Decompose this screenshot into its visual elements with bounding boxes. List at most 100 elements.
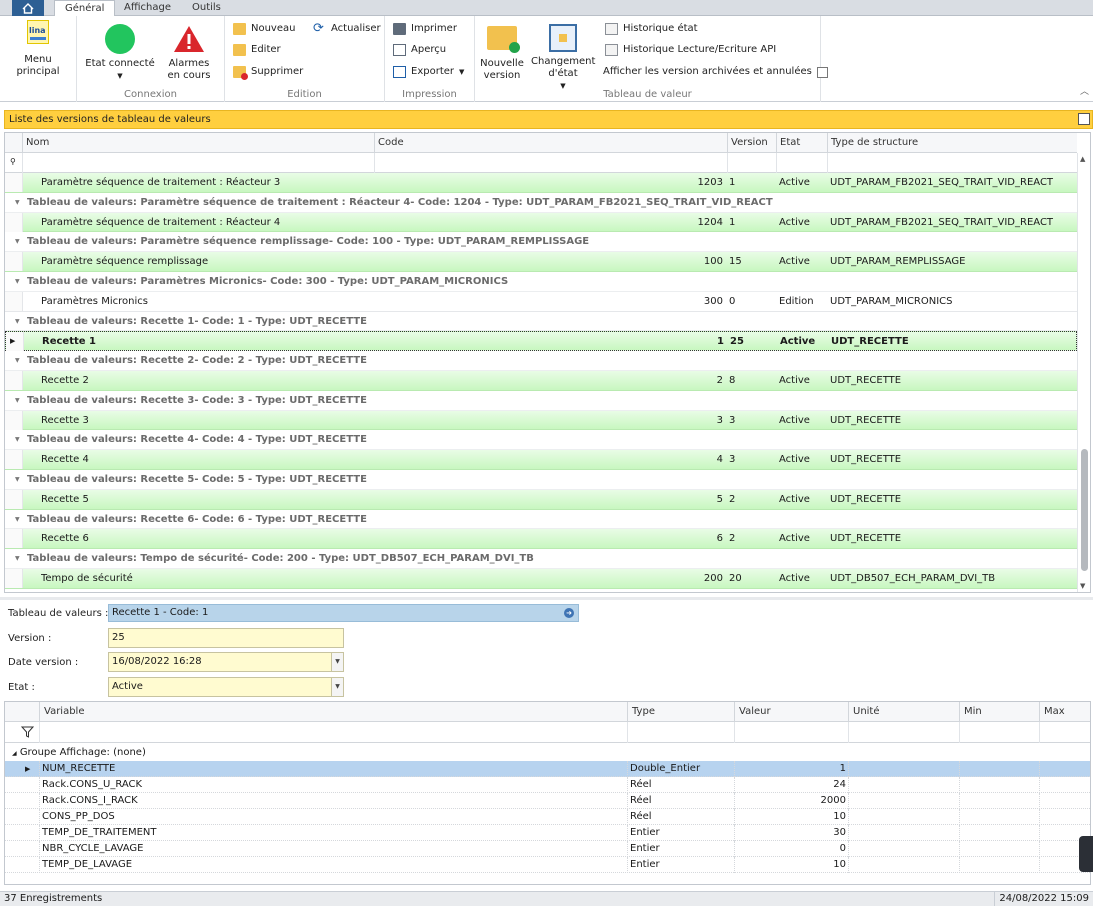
version-row[interactable]: Recette 5 5 2 Active UDT_RECETTE [5, 489, 1077, 510]
collapse-ribbon-icon[interactable]: ︿ [1080, 84, 1089, 97]
tab-outils[interactable]: Outils [182, 0, 231, 16]
collapse-triangle-icon[interactable]: ▼ [15, 318, 20, 325]
collapse-triangle-icon[interactable]: ▼ [15, 436, 20, 443]
collapse-triangle-icon[interactable]: ▼ [15, 199, 20, 206]
variable-row[interactable]: Rack.CONS_U_RACK Réel 24 [5, 777, 1090, 793]
version-row[interactable]: Recette 2 2 8 Active UDT_RECETTE [5, 371, 1077, 391]
historique-etat-button[interactable]: Historique état [605, 21, 698, 37]
menu-principal-button[interactable]: lina Menu principal [4, 20, 72, 78]
variable-row[interactable]: TEMP_DE_TRAITEMENT Entier 30 [5, 825, 1090, 841]
filter-type[interactable] [827, 153, 1077, 173]
column-type[interactable]: Type de structure [827, 133, 1077, 153]
afficher-archivees-toggle[interactable]: Afficher les version archivées et annulé… [603, 64, 828, 80]
cell-variable: NUM_RECETTE [42, 763, 116, 774]
ribbon-group-menu: lina Menu principal [0, 16, 77, 102]
etat-connecte-button[interactable]: Etat connecté ▼ [85, 20, 155, 82]
filter-code[interactable] [374, 153, 727, 173]
editer-button[interactable]: Editer [233, 42, 281, 58]
variable-row[interactable]: CONS_PP_DOS Réel 10 [5, 809, 1090, 825]
scroll-down-icon[interactable]: ▼ [1080, 582, 1085, 590]
home-tab[interactable] [12, 0, 44, 16]
nouvelle-version-button[interactable]: Nouvelle version [479, 20, 525, 82]
column-valeur[interactable]: Valeur [734, 702, 848, 722]
chevron-down-icon[interactable]: ▼ [331, 653, 343, 671]
group-row[interactable]: ▼ Tableau de valeurs: Paramètres Micronic… [5, 272, 1077, 292]
version-row[interactable]: Recette 3 3 3 Active UDT_RECETTE [5, 410, 1077, 431]
splitter[interactable] [0, 597, 1093, 600]
column-nom[interactable]: Nom [22, 133, 374, 153]
column-max[interactable]: Max [1039, 702, 1090, 722]
nouveau-button[interactable]: Nouveau [233, 21, 295, 37]
collapse-triangle-icon[interactable]: ▼ [15, 516, 20, 523]
tab-general[interactable]: Général [54, 0, 116, 17]
version-row[interactable]: ▶ Recette 1 1 25 Active UDT_RECETTE [5, 331, 1077, 352]
variable-row[interactable]: ▶ NUM_RECETTE Double_Entier 1 [5, 761, 1090, 777]
filter-icon[interactable] [21, 726, 34, 738]
collapse-triangle-icon[interactable]: ▼ [15, 278, 20, 285]
group-row[interactable]: ▼ Tableau de valeurs: Recette 5- Code: 5 … [5, 470, 1077, 490]
filter-etat[interactable] [776, 153, 827, 173]
filter-nom[interactable] [22, 153, 374, 173]
variable-row[interactable]: NBR_CYCLE_LAVAGE Entier 0 [5, 841, 1090, 857]
column-version[interactable]: Version [727, 133, 776, 153]
collapse-triangle-icon[interactable]: ◢ [12, 750, 17, 757]
etat-value: Active [112, 681, 143, 692]
collapse-triangle-icon[interactable]: ▼ [15, 476, 20, 483]
scroll-thumb[interactable] [1081, 449, 1088, 571]
collapse-triangle-icon[interactable]: ▼ [15, 397, 20, 404]
historique-api-button[interactable]: Historique Lecture/Ecriture API [605, 42, 776, 58]
version-row[interactable]: Paramètre séquence remplissage 100 15 Activ… [5, 252, 1077, 272]
column-type-var[interactable]: Type [627, 702, 734, 722]
column-unite[interactable]: Unité [848, 702, 959, 722]
column-min[interactable]: Min [959, 702, 1039, 722]
go-arrow-icon[interactable]: ➜ [564, 608, 574, 618]
exporter-button[interactable]: Exporter ▼ [393, 64, 464, 80]
version-row[interactable]: Paramètres Micronics 300 0 Edition UDT_PARAM… [5, 291, 1077, 312]
group-row[interactable]: ▼ Tableau de valeurs: Recette 4- Code: 4 … [5, 430, 1077, 451]
nouvelle-version-label: Nouvelle version [480, 58, 524, 81]
group-row[interactable]: ▼ Tableau de valeurs: Tempo de sécurité- … [5, 549, 1077, 569]
version-row[interactable]: Paramètre séquence de traitement : Réact… [5, 173, 1077, 193]
row-indicator [5, 489, 23, 509]
layout-icon[interactable] [1078, 113, 1090, 125]
status-datetime: 24/08/2022 15:09 [994, 892, 1089, 906]
collapse-triangle-icon[interactable]: ▼ [15, 238, 20, 245]
group-row[interactable]: ▼ Tableau de valeurs: Paramètre séquence … [5, 192, 1077, 213]
versions-scrollbar[interactable]: ▲ ▼ [1077, 153, 1090, 592]
group-row[interactable]: ▼ Tableau de valeurs: Recette 6- Code: 6 … [5, 509, 1077, 530]
column-code[interactable]: Code [374, 133, 727, 153]
version-row[interactable]: Paramètre séquence de traitement : Réact… [5, 212, 1077, 233]
alarmes-button[interactable]: Alarmes en cours [157, 20, 221, 82]
version-row[interactable]: Recette 6 6 2 Active UDT_RECETTE [5, 529, 1077, 550]
column-variable[interactable]: Variable [39, 702, 627, 722]
group-row[interactable]: ▼ Tableau de valeurs: Paramètre séquence … [5, 232, 1077, 253]
scroll-up-icon[interactable]: ▲ [1080, 155, 1085, 163]
group-row[interactable]: ▼ Tableau de valeurs: Recette 3- Code: 3 … [5, 390, 1077, 411]
changement-etat-button[interactable]: Changement d'état ▼ [531, 20, 595, 92]
version-field[interactable]: 25 [108, 628, 344, 648]
date-version-field[interactable]: 16/08/2022 16:28 ▼ [108, 652, 344, 672]
variables-group-row[interactable]: ◢ Groupe Affichage: (none) [5, 744, 1090, 761]
tab-affichage[interactable]: Affichage [114, 0, 181, 16]
column-etat[interactable]: Etat [776, 133, 827, 153]
etat-field[interactable]: Active ▼ [108, 677, 344, 697]
collapse-triangle-icon[interactable]: ▼ [15, 357, 20, 364]
imprimer-button[interactable]: Imprimer [393, 21, 457, 37]
group-row[interactable]: ▼ Tableau de valeurs: Recette 1- Code: 1 … [5, 311, 1077, 332]
variable-row[interactable]: TEMP_DE_LAVAGE Entier 10 [5, 857, 1090, 873]
version-row[interactable]: Tempo de sécurité 200 20 Active UDT_DB507_EC… [5, 569, 1077, 589]
supprimer-button[interactable]: Supprimer [233, 64, 303, 80]
apercu-button[interactable]: Aperçu [393, 42, 446, 58]
collapse-triangle-icon[interactable]: ▼ [15, 555, 20, 562]
chevron-down-icon[interactable]: ▼ [331, 678, 343, 696]
variable-row[interactable]: Rack.CONS_I_RACK Réel 2000 [5, 793, 1090, 809]
side-panel-tab[interactable] [1079, 836, 1093, 872]
afficher-archivees-checkbox[interactable] [816, 66, 828, 78]
version-row[interactable]: Recette 4 4 3 Active UDT_RECETTE [5, 450, 1077, 470]
filter-version[interactable] [727, 153, 776, 173]
changement-etat-label: Changement d'état [531, 56, 596, 79]
cell-type: Entier [630, 843, 660, 854]
actualiser-button[interactable]: ⟳ Actualiser [313, 21, 381, 37]
tableau-field[interactable]: Recette 1 - Code: 1 ➜ [108, 604, 579, 622]
group-row[interactable]: ▼ Tableau de valeurs: Recette 2- Code: 2 … [5, 351, 1077, 371]
